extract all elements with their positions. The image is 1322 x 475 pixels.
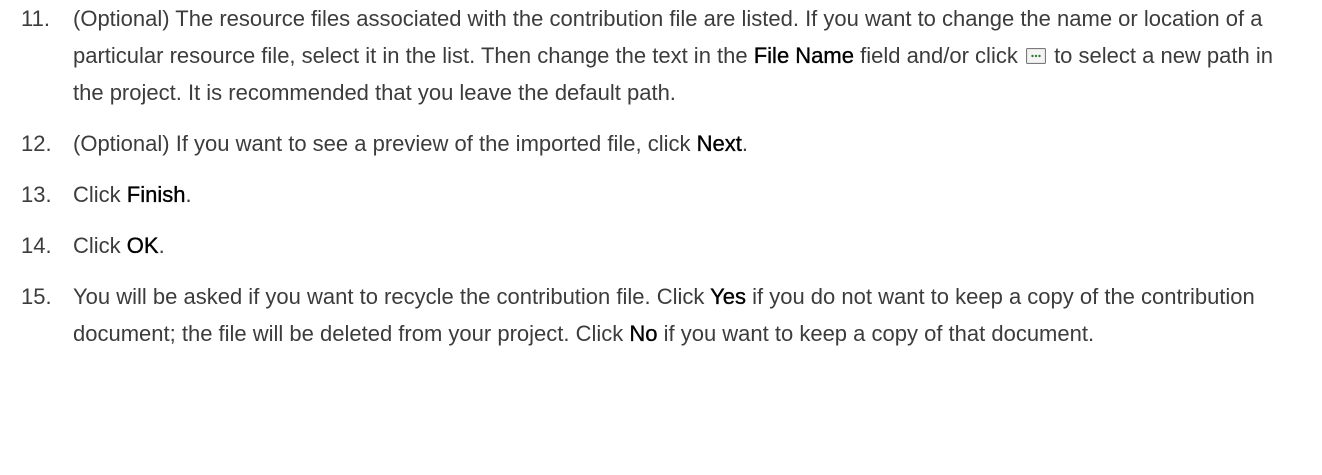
ui-label-yes: Yes [710, 284, 746, 309]
ui-label-ok: OK [126, 233, 159, 258]
step-text-segment: (Optional) If you want to see a preview … [73, 131, 697, 156]
step-text-segment: Click [73, 182, 127, 207]
step-number: 15. [21, 284, 52, 309]
step-14: 14. Click OK. [0, 227, 1322, 264]
step-11: 11. (Optional) The resource files associ… [0, 0, 1322, 111]
step-number: 11. [21, 6, 50, 31]
step-number: 13. [21, 182, 52, 207]
step-text-segment: . [185, 182, 192, 207]
ui-label-finish: Finish [126, 182, 186, 207]
step-15: 15. You will be asked if you want to rec… [0, 278, 1322, 352]
step-text-segment: . [741, 131, 748, 156]
step-text: Click OK. [73, 227, 1302, 264]
step-number: 14. [21, 233, 52, 258]
ui-label-file-name: File Name [753, 43, 855, 68]
step-text-segment: if you want to keep a copy of that docum… [657, 321, 1095, 346]
step-text: (Optional) If you want to see a preview … [73, 125, 1302, 162]
step-text-segment: You will be asked if you want to recycle… [73, 284, 711, 309]
step-text-segment: Click [73, 233, 127, 258]
ui-label-next: Next [696, 131, 742, 156]
procedure-steps: 11. (Optional) The resource files associ… [0, 0, 1322, 352]
step-text: Click Finish. [73, 176, 1302, 213]
step-12: 12. (Optional) If you want to see a prev… [0, 125, 1322, 162]
step-text: You will be asked if you want to recycle… [73, 278, 1302, 352]
step-text-segment: . [158, 233, 165, 258]
browse-icon [1025, 48, 1046, 64]
step-text: (Optional) The resource files associated… [73, 0, 1302, 111]
step-text-segment: field and/or click [853, 43, 1024, 68]
step-13: 13. Click Finish. [0, 176, 1322, 213]
step-number: 12. [21, 131, 52, 156]
ui-label-no: No [629, 321, 658, 346]
